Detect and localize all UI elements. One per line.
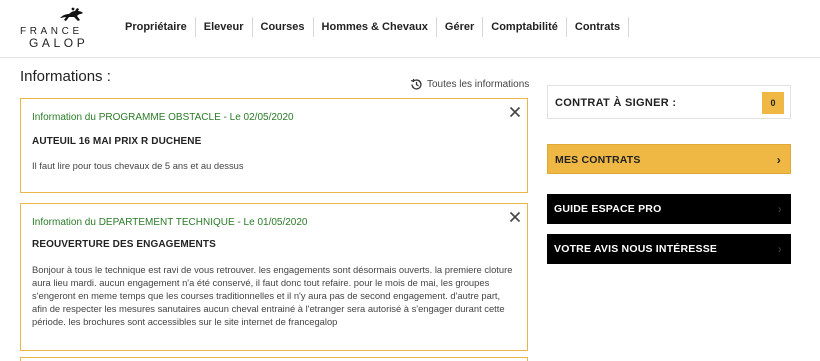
mes-contrats-label: MES CONTRATS [555, 154, 641, 166]
nav-proprietaire[interactable]: Propriétaire [117, 17, 196, 37]
nav-gerer[interactable]: Gérer [437, 17, 484, 37]
main-nav: Propriétaire Eleveur Courses Hommes & Ch… [117, 17, 630, 37]
close-icon[interactable] [509, 211, 521, 223]
chevron-right-icon: › [776, 153, 781, 167]
guide-espace-pro-label: GUIDE ESPACE PRO [554, 203, 662, 215]
all-info-label: Toutes les informations [427, 79, 530, 90]
chevron-right-icon: › [777, 202, 782, 216]
horse-jockey-icon [60, 7, 83, 21]
votre-avis-button[interactable]: VOTRE AVIS NOUS INTÉRESSE › [547, 234, 791, 264]
info-card-heading: Information du PROGRAMME OBSTACLE - Le 0… [32, 112, 294, 123]
guide-espace-pro-button[interactable]: GUIDE ESPACE PRO › [547, 194, 791, 224]
nav-contrats[interactable]: Contrats [567, 17, 630, 37]
info-card-title: AUTEUIL 16 MAI PRIX R DUCHENE [32, 136, 202, 147]
contract-to-sign-box[interactable]: CONTRAT À SIGNER : 0 [547, 85, 791, 119]
nav-hommes-chevaux[interactable]: Hommes & Chevaux [314, 17, 437, 37]
chevron-right-icon: › [777, 242, 782, 256]
nav-eleveur[interactable]: Eleveur [196, 17, 253, 37]
votre-avis-label: VOTRE AVIS NOUS INTÉRESSE [554, 243, 718, 255]
history-icon [410, 78, 422, 90]
info-card: Information du PROGRAMME OBSTACLE - Le 0… [20, 98, 528, 193]
info-card-body: Il faut lire pour tous chevaux de 5 ans … [32, 160, 244, 171]
mes-contrats-button[interactable]: MES CONTRATS › [547, 144, 791, 174]
contract-to-sign-label: CONTRAT À SIGNER : [555, 97, 677, 109]
logo-text-galop: GALOP [29, 36, 89, 50]
top-header: FRANCE GALOP Propriétaire Eleveur Course… [0, 0, 820, 58]
info-card-partial [20, 357, 528, 361]
france-galop-logo[interactable]: FRANCE GALOP [20, 6, 100, 50]
info-card-title: REOUVERTURE DES ENGAGEMENTS [32, 239, 216, 250]
nav-comptabilite[interactable]: Comptabilité [483, 17, 567, 37]
info-card-heading: Information du DEPARTEMENT TECHNIQUE - L… [32, 217, 308, 228]
info-card: Information du DEPARTEMENT TECHNIQUE - L… [20, 203, 528, 351]
page-title: Informations : [20, 68, 111, 85]
close-icon[interactable] [509, 106, 521, 118]
nav-courses[interactable]: Courses [253, 17, 314, 37]
contract-count-badge: 0 [762, 92, 784, 114]
info-card-body: Bonjour à tous le technique est ravi de … [32, 264, 513, 327]
all-info-link[interactable]: Toutes les informations [410, 78, 529, 91]
